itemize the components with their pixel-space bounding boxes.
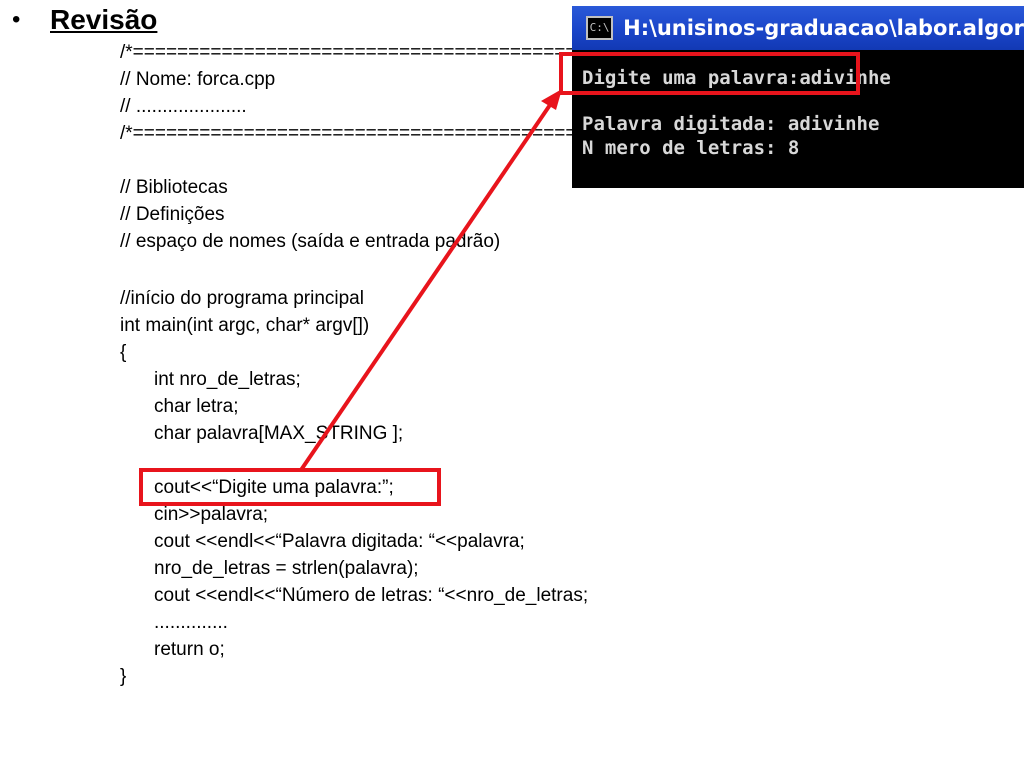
console-icon: C:\ (586, 16, 614, 40)
console-output-line: Palavra digitada: adivinhe (582, 113, 880, 135)
slide-heading: Revisão (50, 4, 158, 35)
console-title: H:\unisinos-graduacao\labor.algor (623, 16, 1024, 40)
code-line: cout <<endl<<“Número de letras: “<<nro_d… (154, 585, 589, 606)
code-line: // Bibliotecas (120, 177, 228, 198)
code-line: // Nome: forca.cpp (120, 69, 276, 90)
code-line: char letra; (154, 396, 239, 417)
code-line: } (120, 666, 127, 687)
code-line: cout <<endl<<“Palavra digitada: “<<palav… (154, 531, 525, 552)
console-output-line: Digite uma palavra:adivinhe (582, 67, 891, 89)
code-line: // Definições (120, 204, 225, 225)
code-line: .............. (154, 612, 228, 633)
console-window-screenshot: C:\ H:\unisinos-graduacao\labor.algor Di… (572, 6, 1024, 188)
connector-arrow-line (299, 100, 554, 472)
code-line: { (120, 342, 127, 363)
code-line: return o; (154, 639, 225, 660)
slide: • Revisão /*============================… (0, 0, 1024, 768)
code-line: int nro_de_letras; (154, 369, 301, 390)
bullet: • (12, 6, 21, 33)
code-line: //início do programa principal (120, 288, 364, 309)
code-line: int main(int argc, char* argv[]) (120, 315, 370, 336)
console-titlebar: C:\ H:\unisinos-graduacao\labor.algor (572, 6, 1024, 50)
heading-row: • Revisão (12, 2, 157, 38)
connector-arrow-head (541, 89, 562, 110)
console-output-line: N mero de letras: 8 (582, 137, 800, 159)
code-line: cin>>palavra; (154, 504, 269, 525)
code-line: cout<<“Digite uma palavra:”; (154, 477, 394, 498)
code-line: // ..................... (120, 96, 247, 117)
code-line: nro_de_letras = strlen(palavra); (154, 558, 419, 579)
code-line: char palavra[MAX_STRING ]; (154, 423, 404, 444)
code-line: // espaço de nomes (saída e entrada padr… (120, 231, 501, 252)
